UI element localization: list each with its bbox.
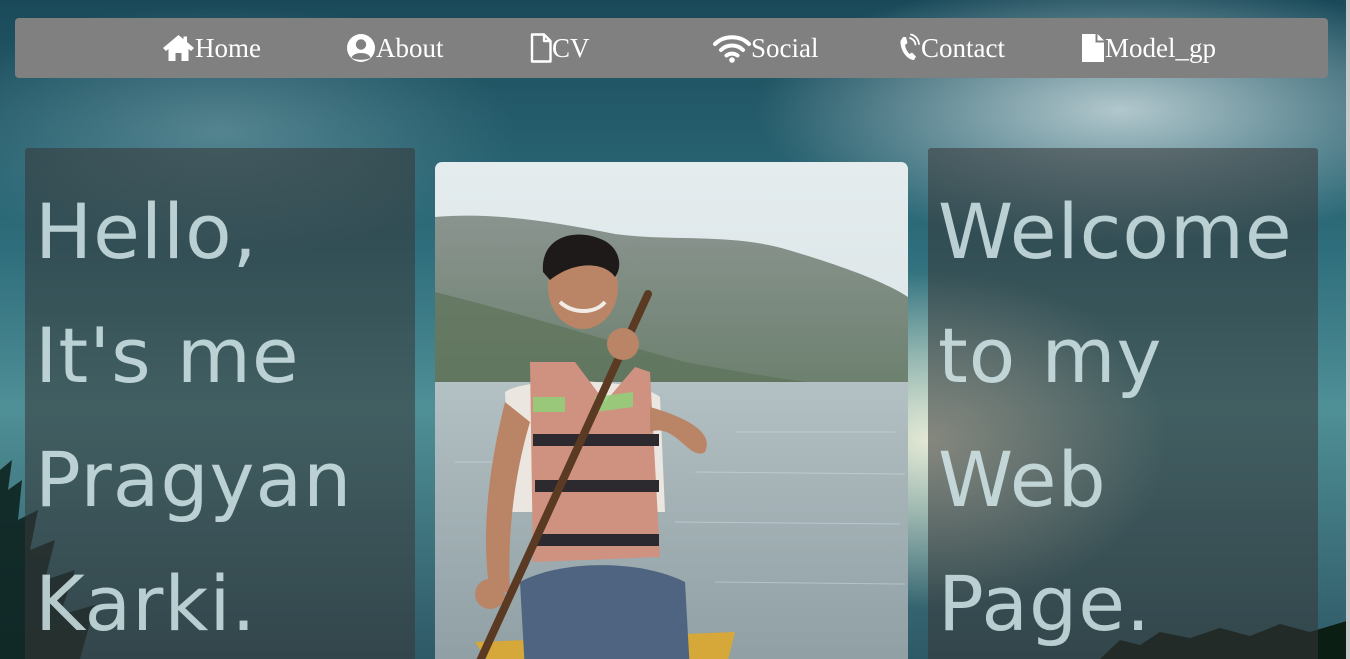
wifi-icon bbox=[713, 33, 751, 63]
welcome-line: Web bbox=[938, 435, 1107, 524]
greeting-line: Karki. bbox=[35, 559, 257, 648]
page-scrollbar[interactable] bbox=[1346, 0, 1350, 659]
greeting-line: Hello, bbox=[35, 187, 258, 276]
document-filled-icon bbox=[1081, 33, 1105, 63]
welcome-text: Welcome to my Web Page. bbox=[928, 148, 1318, 659]
welcome-line: Welcome bbox=[938, 187, 1293, 276]
top-navbar: Home About CV Social Contact Model_gp bbox=[15, 18, 1328, 78]
greeting-text: Hello, It's me Pragyan Karki. bbox=[25, 148, 415, 659]
nav-contact-link[interactable]: Contact bbox=[897, 18, 1005, 78]
greeting-line: Pragyan bbox=[35, 435, 353, 524]
nav-cv-label: CV bbox=[552, 32, 590, 63]
document-outline-icon bbox=[530, 33, 552, 63]
user-circle-icon bbox=[346, 33, 376, 63]
nav-about-label: About bbox=[376, 32, 444, 63]
nav-contact-label: Contact bbox=[921, 32, 1005, 63]
nav-model-gp-link[interactable]: Model_gp bbox=[1081, 18, 1216, 78]
phone-ringing-icon bbox=[897, 33, 921, 63]
welcome-panel: Welcome to my Web Page. bbox=[928, 148, 1318, 659]
nav-cv-link[interactable]: CV bbox=[530, 18, 590, 78]
nav-model-gp-label: Model_gp bbox=[1105, 32, 1216, 63]
nav-home-label: Home bbox=[195, 32, 261, 63]
profile-photo bbox=[435, 162, 908, 659]
greeting-panel: Hello, It's me Pragyan Karki. bbox=[25, 148, 415, 659]
nav-home-link[interactable]: Home bbox=[162, 18, 261, 78]
nav-social-link[interactable]: Social bbox=[713, 18, 819, 78]
greeting-line: It's me bbox=[35, 311, 300, 400]
nav-social-label: Social bbox=[751, 32, 819, 63]
home-icon bbox=[162, 34, 195, 62]
nav-about-link[interactable]: About bbox=[346, 18, 444, 78]
welcome-line: to my bbox=[938, 311, 1163, 400]
welcome-line: Page. bbox=[938, 559, 1152, 648]
